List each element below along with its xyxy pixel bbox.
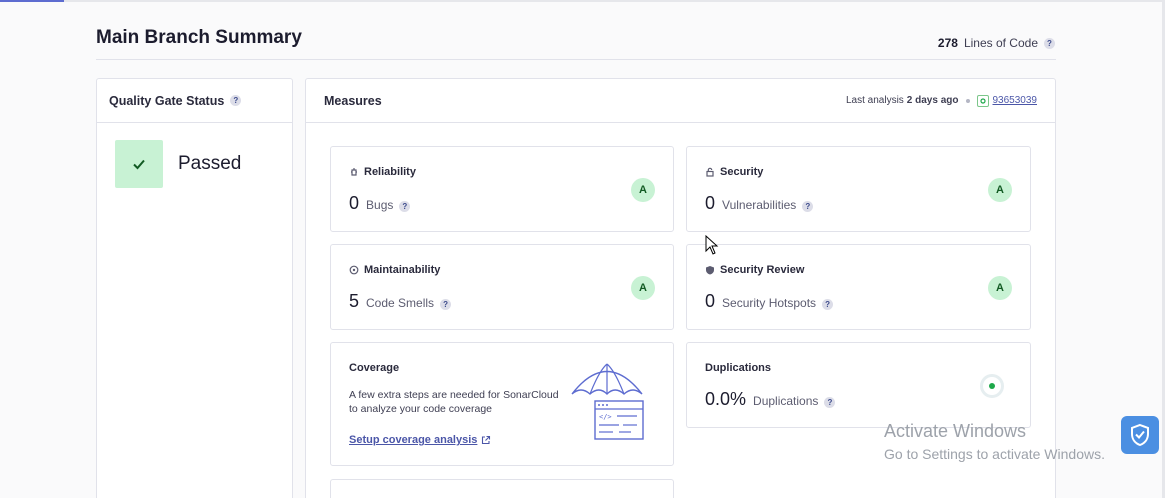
coverage-card: Coverage A few extra steps are needed fo… bbox=[330, 342, 674, 466]
duplications-title: Duplications bbox=[705, 362, 772, 374]
check-icon bbox=[115, 140, 163, 188]
security-review-title: Security Review bbox=[720, 264, 805, 276]
external-link-icon bbox=[481, 435, 491, 445]
duplications-card[interactable]: Duplications 0.0% Duplications ? bbox=[686, 342, 1031, 428]
vulnerabilities-value[interactable]: 0 bbox=[705, 193, 715, 214]
commit-icon bbox=[976, 94, 989, 107]
last-analysis-value: 2 days ago bbox=[906, 95, 959, 106]
quality-gate-header: Quality Gate Status ? bbox=[97, 79, 292, 123]
reliability-title: Reliability bbox=[364, 166, 416, 178]
quality-gate-status: Passed bbox=[115, 140, 241, 188]
active-tab-indicator bbox=[0, 0, 64, 2]
quality-gate-help-icon[interactable]: ? bbox=[230, 95, 242, 106]
setup-coverage-link[interactable]: Setup coverage analysis bbox=[349, 434, 491, 446]
setup-coverage-link-label: Setup coverage analysis bbox=[349, 434, 478, 446]
bug-icon bbox=[349, 167, 359, 177]
coverage-title: Coverage bbox=[349, 362, 400, 374]
security-rating[interactable]: A bbox=[988, 178, 1012, 202]
activate-windows-title: Activate Windows bbox=[884, 421, 1027, 441]
svg-text:</>: </> bbox=[599, 413, 612, 421]
bugs-help-icon[interactable]: ? bbox=[399, 201, 411, 212]
quality-gate-title: Quality Gate Status bbox=[109, 93, 225, 108]
security-title-row: Security bbox=[705, 166, 763, 178]
duplications-indicator-dot bbox=[989, 383, 995, 389]
measures-header: Measures Last analysis 2 days ago 936530… bbox=[306, 79, 1055, 123]
shield-icon bbox=[705, 265, 715, 275]
duplications-help-icon[interactable]: ? bbox=[824, 397, 836, 408]
hotspots-label: Security Hotspots bbox=[722, 296, 817, 310]
separator-dot bbox=[965, 98, 970, 103]
security-title: Security bbox=[720, 166, 764, 178]
lines-of-code: 278 Lines of Code ? bbox=[938, 36, 1055, 50]
mouse-cursor-icon bbox=[705, 234, 719, 260]
vulnerabilities-label: Vulnerabilities bbox=[722, 198, 797, 212]
security-review-title-row: Security Review bbox=[705, 264, 804, 276]
maintainability-icon bbox=[349, 265, 359, 275]
last-analysis: Last analysis 2 days ago 93653039 bbox=[845, 94, 1038, 107]
security-metric: 0 Vulnerabilities ? bbox=[705, 193, 814, 214]
vulnerabilities-help-icon[interactable]: ? bbox=[802, 201, 814, 212]
hotspots-value[interactable]: 0 bbox=[705, 291, 715, 312]
duplications-metric: 0.0% Duplications ? bbox=[705, 389, 836, 410]
code-smells-value[interactable]: 5 bbox=[349, 291, 359, 312]
reliability-title-row: Reliability bbox=[349, 166, 416, 178]
measures-title: Measures bbox=[324, 93, 382, 108]
loc-help-icon[interactable]: ? bbox=[1044, 37, 1055, 49]
top-bar bbox=[0, 0, 1165, 2]
partial-card bbox=[330, 479, 674, 498]
quality-gate-panel: Quality Gate Status ? Passed bbox=[96, 78, 293, 498]
duplications-label: Duplications bbox=[753, 394, 819, 408]
reliability-rating[interactable]: A bbox=[631, 178, 655, 202]
security-review-rating[interactable]: A bbox=[988, 276, 1012, 300]
security-shield-button[interactable] bbox=[1121, 416, 1159, 454]
security-review-card[interactable]: Security Review 0 Security Hotspots ? A bbox=[686, 244, 1031, 330]
activate-windows-subtitle: Go to Settings to activate Windows. bbox=[884, 446, 1105, 462]
reliability-card[interactable]: Reliability 0 Bugs ? A bbox=[330, 146, 674, 232]
hotspots-help-icon[interactable]: ? bbox=[822, 299, 834, 310]
lock-icon bbox=[705, 167, 715, 177]
header-divider bbox=[96, 59, 1056, 60]
maintainability-rating[interactable]: A bbox=[631, 276, 655, 300]
maintainability-card[interactable]: Maintainability 5 Code Smells ? A bbox=[330, 244, 674, 330]
security-review-metric: 0 Security Hotspots ? bbox=[705, 291, 834, 312]
shield-check-icon bbox=[1131, 423, 1149, 447]
umbrella-illustration-icon: </> bbox=[569, 359, 645, 446]
maintainability-title: Maintainability bbox=[364, 264, 441, 276]
bugs-label: Bugs bbox=[366, 198, 394, 212]
security-card[interactable]: Security 0 Vulnerabilities ? A bbox=[686, 146, 1031, 232]
loc-label: Lines of Code bbox=[963, 36, 1038, 50]
maintainability-metric: 5 Code Smells ? bbox=[349, 291, 452, 312]
maintainability-title-row: Maintainability bbox=[349, 264, 440, 276]
code-smells-label: Code Smells bbox=[366, 296, 435, 310]
reliability-metric: 0 Bugs ? bbox=[349, 193, 411, 214]
page-title: Main Branch Summary bbox=[96, 27, 302, 48]
last-analysis-label: Last analysis bbox=[845, 95, 904, 106]
code-smells-help-icon[interactable]: ? bbox=[440, 299, 452, 310]
coverage-description: A few extra steps are needed for SonarCl… bbox=[349, 389, 559, 415]
commit-link[interactable]: 93653039 bbox=[993, 95, 1038, 106]
duplications-value[interactable]: 0.0% bbox=[705, 389, 746, 410]
bugs-value[interactable]: 0 bbox=[349, 193, 359, 214]
quality-gate-status-label: Passed bbox=[178, 153, 242, 174]
loc-value: 278 bbox=[937, 36, 958, 50]
duplications-indicator bbox=[980, 374, 1004, 398]
